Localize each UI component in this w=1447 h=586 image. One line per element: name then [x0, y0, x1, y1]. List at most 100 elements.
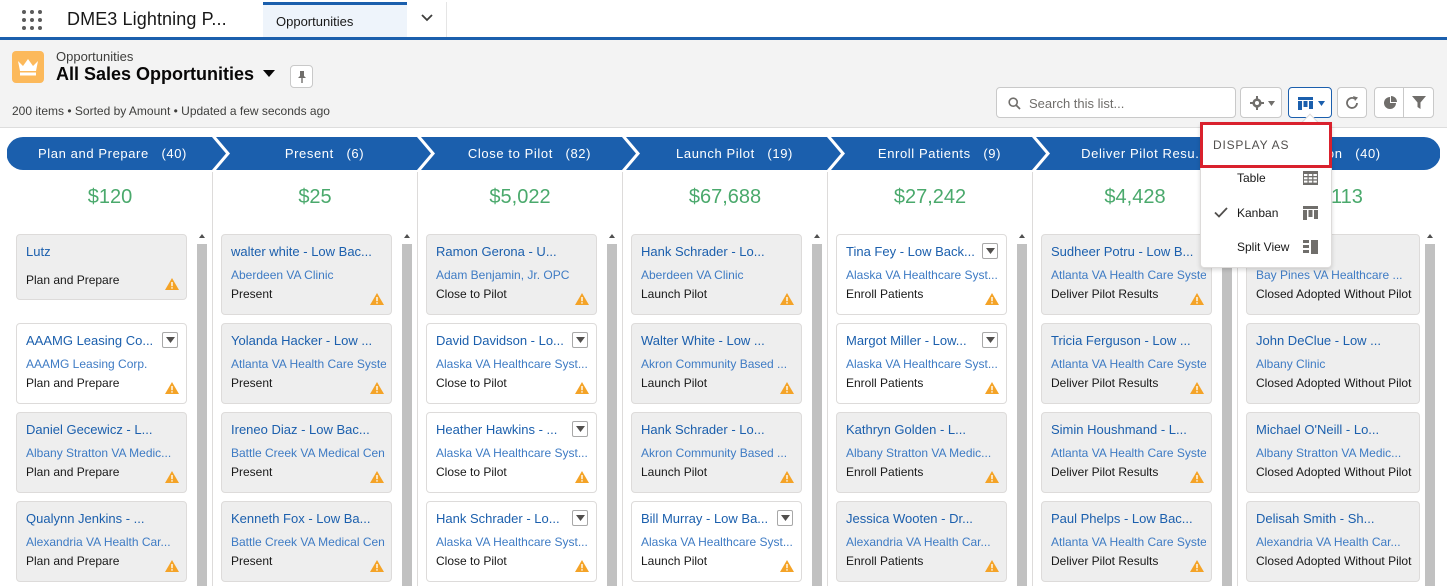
card-title[interactable]: Sudheer Potru - Low B... — [1051, 244, 1201, 259]
card-menu-button[interactable] — [572, 510, 588, 526]
card-account-link[interactable]: Akron Community Based ... — [641, 357, 796, 371]
scrollbar-thumb[interactable] — [197, 244, 207, 586]
column-scrollbar[interactable] — [1425, 232, 1435, 586]
card-account-link[interactable]: Albany Clinic — [1256, 357, 1411, 371]
card-menu-button[interactable] — [572, 421, 588, 437]
card-account-link[interactable]: AAAMG Leasing Corp. — [26, 357, 181, 371]
card-title[interactable]: Tricia Ferguson - Low ... — [1051, 333, 1201, 348]
card-account-link[interactable]: Battle Creek VA Medical Cen... — [231, 535, 386, 549]
opportunity-card[interactable]: Delisah Smith - Sh... Alexandria VA Healt… — [1246, 501, 1420, 582]
card-title[interactable]: Bill Murray - Low Ba... — [641, 511, 791, 526]
card-menu-button[interactable] — [982, 332, 998, 348]
card-title[interactable]: Simin Houshmand - L... — [1051, 422, 1201, 437]
card-account-link[interactable]: Akron Community Based ... — [641, 446, 796, 460]
card-account-link[interactable]: Atlanta VA Health Care Syste... — [1051, 446, 1206, 460]
card-title[interactable]: John DeClue - Low ... — [1256, 333, 1406, 348]
card-account-link[interactable]: Atlanta VA Health Care Syste... — [231, 357, 386, 371]
menu-item-split-view[interactable]: Split View — [1201, 229, 1331, 263]
card-account-link[interactable]: Battle Creek VA Medical Cen... — [231, 446, 386, 460]
nav-more-button[interactable] — [407, 2, 447, 37]
tab-opportunities[interactable]: Opportunities — [263, 2, 407, 37]
card-account-link[interactable]: Adam Benjamin, Jr. OPC — [436, 268, 591, 282]
opportunity-card[interactable]: Ireneo Diaz - Low Bac... Battle Creek VA … — [221, 412, 392, 493]
opportunity-card[interactable]: Kenneth Fox - Low Ba... Battle Creek VA M… — [221, 501, 392, 582]
card-menu-button[interactable] — [777, 510, 793, 526]
charts-button[interactable] — [1374, 87, 1404, 118]
card-account-link[interactable]: Alexandria VA Health Car... — [26, 535, 181, 549]
card-menu-button[interactable] — [162, 332, 178, 348]
card-title[interactable]: Heather Hawkins - ... — [436, 422, 586, 437]
card-account-link[interactable]: Bay Pines VA Healthcare ... — [1256, 268, 1411, 282]
card-account-link[interactable]: Albany Stratton VA Medic... — [1256, 446, 1411, 460]
opportunity-card[interactable]: Yolanda Hacker - Low ... Atlanta VA Healt… — [221, 323, 392, 404]
opportunity-card[interactable]: Lutz Plan and Prepare — [16, 234, 187, 300]
scrollbar-thumb[interactable] — [1017, 244, 1027, 586]
column-scrollbar[interactable] — [1222, 232, 1232, 586]
card-account-link[interactable]: Alexandria VA Health Car... — [1256, 535, 1411, 549]
opportunity-card[interactable]: walter white - Low Bac... Aberdeen VA Cli… — [221, 234, 392, 315]
card-title[interactable]: walter white - Low Bac... — [231, 244, 381, 259]
card-title[interactable]: Hank Schrader - Lo... — [436, 511, 586, 526]
card-title[interactable]: Tina Fey - Low Back... — [846, 244, 996, 259]
card-account-link[interactable]: Albany Stratton VA Medic... — [846, 446, 1001, 460]
card-title[interactable]: Delisah Smith - Sh... — [1256, 511, 1406, 526]
opportunity-card[interactable]: Tina Fey - Low Back... Alaska VA Healthca… — [836, 234, 1007, 315]
opportunity-card[interactable]: Michael O'Neill - Lo... Albany Stratton V… — [1246, 412, 1420, 493]
card-title[interactable]: Kenneth Fox - Low Ba... — [231, 511, 381, 526]
card-account-link[interactable]: Alaska VA Healthcare Syst... — [436, 357, 591, 371]
card-title[interactable]: David Davidson - Lo... — [436, 333, 586, 348]
filter-button[interactable] — [1403, 87, 1434, 118]
list-view-title[interactable]: All Sales Opportunities — [56, 64, 254, 85]
card-title[interactable]: Qualynn Jenkins - ... — [26, 511, 176, 526]
opportunity-card[interactable]: Kathryn Golden - L... Albany Stratton VA … — [836, 412, 1007, 493]
card-account-link[interactable]: Atlanta VA Health Care Syste... — [1051, 535, 1206, 549]
opportunity-card[interactable]: Jessica Wooten - Dr... Alexandria VA Heal… — [836, 501, 1007, 582]
column-scrollbar[interactable] — [197, 232, 207, 586]
card-menu-button[interactable] — [982, 243, 998, 259]
opportunity-card[interactable]: Hank Schrader - Lo... Aberdeen VA Clinic L… — [631, 234, 802, 315]
card-title[interactable]: Ramon Gerona - U... — [436, 244, 586, 259]
opportunity-card[interactable]: Sudheer Potru - Low B... Atlanta VA Healt… — [1041, 234, 1212, 315]
card-account-link[interactable]: Alaska VA Healthcare Syst... — [436, 446, 591, 460]
card-account-link[interactable]: Atlanta VA Health Care Syste... — [1051, 357, 1206, 371]
card-account-link[interactable]: Atlanta VA Health Care Syste... — [1051, 268, 1206, 282]
scrollbar-thumb[interactable] — [1222, 244, 1232, 586]
card-title[interactable]: Hank Schrader - Lo... — [641, 422, 791, 437]
opportunity-card[interactable]: David Davidson - Lo... Alaska VA Healthca… — [426, 323, 597, 404]
opportunity-card[interactable]: Daniel Gecewicz - L... Albany Stratton VA… — [16, 412, 187, 493]
opportunity-card[interactable]: Hank Schrader - Lo... Alaska VA Healthcar… — [426, 501, 597, 582]
column-scrollbar[interactable] — [1017, 232, 1027, 586]
opportunity-card[interactable]: Tricia Ferguson - Low ... Atlanta VA Heal… — [1041, 323, 1212, 404]
opportunity-card[interactable]: John DeClue - Low ... Albany Clinic Closed… — [1246, 323, 1420, 404]
card-title[interactable]: Kathryn Golden - L... — [846, 422, 996, 437]
opportunity-card[interactable]: Bill Murray - Low Ba... Alaska VA Healthc… — [631, 501, 802, 582]
card-title[interactable]: Margot Miller - Low... — [846, 333, 996, 348]
card-title[interactable]: Paul Phelps - Low Bac... — [1051, 511, 1201, 526]
card-menu-button[interactable] — [572, 332, 588, 348]
opportunity-card[interactable]: Walter White - Low ... Akron Community Ba… — [631, 323, 802, 404]
opportunity-card[interactable]: Simin Houshmand - L... Atlanta VA Health … — [1041, 412, 1212, 493]
opportunity-card[interactable]: Qualynn Jenkins - ... Alexandria VA Healt… — [16, 501, 187, 582]
card-title[interactable]: Ireneo Diaz - Low Bac... — [231, 422, 381, 437]
card-account-link[interactable]: Alexandria VA Health Car... — [846, 535, 1001, 549]
card-account-link[interactable]: Albany Stratton VA Medic... — [26, 446, 181, 460]
card-title[interactable]: Daniel Gecewicz - L... — [26, 422, 176, 437]
scrollbar-thumb[interactable] — [1425, 244, 1435, 586]
list-settings-button[interactable] — [1240, 87, 1282, 118]
card-account-link[interactable]: Alaska VA Healthcare Syst... — [436, 535, 591, 549]
card-title[interactable]: Yolanda Hacker - Low ... — [231, 333, 381, 348]
card-title[interactable]: Walter White - Low ... — [641, 333, 791, 348]
column-scrollbar[interactable] — [402, 232, 412, 586]
card-title[interactable]: Lutz — [26, 244, 176, 259]
search-input[interactable]: Search this list... — [996, 87, 1236, 118]
column-scrollbar[interactable] — [812, 232, 822, 586]
card-account-link[interactable]: Alaska VA Healthcare Syst... — [846, 268, 1001, 282]
column-scrollbar[interactable] — [607, 232, 617, 586]
scrollbar-thumb[interactable] — [402, 244, 412, 586]
list-view-dropdown-icon[interactable] — [262, 69, 276, 78]
opportunity-card[interactable]: Ramon Gerona - U... Adam Benjamin, Jr. OP… — [426, 234, 597, 315]
menu-item-kanban[interactable]: Kanban — [1201, 195, 1331, 229]
pin-button[interactable] — [290, 65, 313, 88]
opportunity-card[interactable]: Paul Phelps - Low Bac... Atlanta VA Healt… — [1041, 501, 1212, 582]
card-title[interactable]: Michael O'Neill - Lo... — [1256, 422, 1406, 437]
